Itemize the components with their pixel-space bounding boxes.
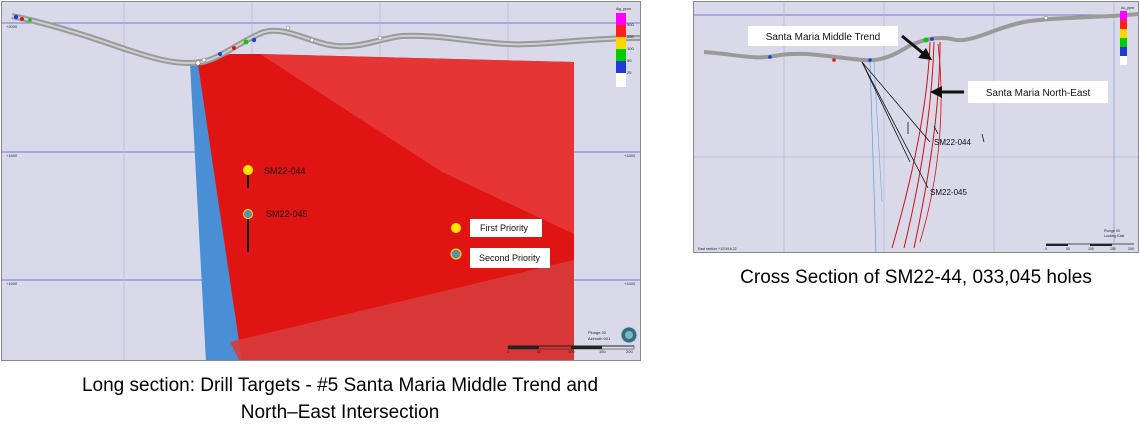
svg-text:100: 100: [568, 349, 575, 354]
svg-text:50: 50: [1066, 247, 1070, 251]
svg-text:150: 150: [599, 349, 606, 354]
second-priority-label: Second Priority: [479, 253, 541, 263]
legend-title: Au_ppm: [1121, 6, 1134, 10]
first-priority-label: First Priority: [480, 223, 528, 233]
trend-arrow-north-east: [930, 86, 964, 98]
plunge-label: Plunge 00: [1104, 229, 1120, 233]
svg-text:0: 0: [1045, 247, 1047, 251]
second-priority-swatch: [450, 248, 462, 260]
svg-text:250: 250: [627, 34, 634, 39]
elevation-label: +1600: [6, 281, 18, 286]
trend-label-middle: Santa Maria Middle Trend: [766, 32, 881, 43]
plunge-label: Plunge 00: [588, 330, 607, 335]
caption-line: North–East Intersection: [240, 402, 440, 423]
section-label: East section +121016.22: [698, 247, 737, 251]
svg-text:25: 25: [627, 70, 632, 75]
svg-text:100: 100: [1088, 247, 1094, 251]
long-section-view: +2000 +1800 +1600 +1800 +1600 SM22-044 S…: [1, 1, 641, 361]
svg-text:50: 50: [537, 349, 542, 354]
legend-title: Ag_ppm: [616, 6, 632, 11]
drill-trace-blue: [869, 61, 877, 252]
drill-trace-blue: [873, 61, 883, 203]
long-section-caption: Long section: Drill Targets - #5 Santa M…: [0, 372, 680, 426]
long-section-drawing: +2000 +1800 +1600 +1800 +1600 SM22-044 S…: [2, 2, 640, 360]
azimuth-label: Azimuth 001: [588, 336, 611, 341]
cross-section-caption: Cross Section of SM22-44, 033,045 holes: [740, 267, 1092, 288]
ag-color-legend: Ag_ppm 500 250 100 50 25: [616, 6, 634, 87]
trend-label-north-east: Santa Maria North-East: [986, 88, 1091, 99]
cross-section-view: Santa Maria Middle Trend Santa Maria Nor…: [693, 1, 1139, 253]
look-direction-label: Looking East: [1104, 234, 1124, 238]
compass-globe-icon: [620, 326, 638, 344]
elevation-label: +1600: [624, 281, 636, 286]
elevation-label: +1800: [6, 153, 18, 158]
svg-text:50: 50: [627, 58, 632, 63]
first-priority-swatch: [451, 223, 461, 233]
elevation-label: +2000: [6, 24, 18, 29]
svg-text:100: 100: [627, 46, 634, 51]
svg-text:150: 150: [1110, 247, 1116, 251]
scale-bar: 0 50 100 150 200: [1045, 243, 1134, 251]
elevation-label: +1800: [624, 153, 636, 158]
svg-text:200: 200: [626, 349, 633, 354]
cross-section-drawing: Santa Maria Middle Trend Santa Maria Nor…: [694, 2, 1138, 252]
hole-label: SM22-044: [934, 138, 971, 147]
target-marker-second-priority: [243, 209, 253, 219]
target-label: SM22-045: [266, 209, 308, 219]
svg-text:500: 500: [627, 22, 634, 27]
hole-label: SM22-045: [930, 188, 967, 197]
caption-line: Long section: Drill Targets - #5 Santa M…: [81, 375, 599, 396]
svg-text:200: 200: [1128, 247, 1134, 251]
target-marker-first-priority: [243, 165, 253, 175]
target-label: SM22-044: [264, 166, 306, 176]
